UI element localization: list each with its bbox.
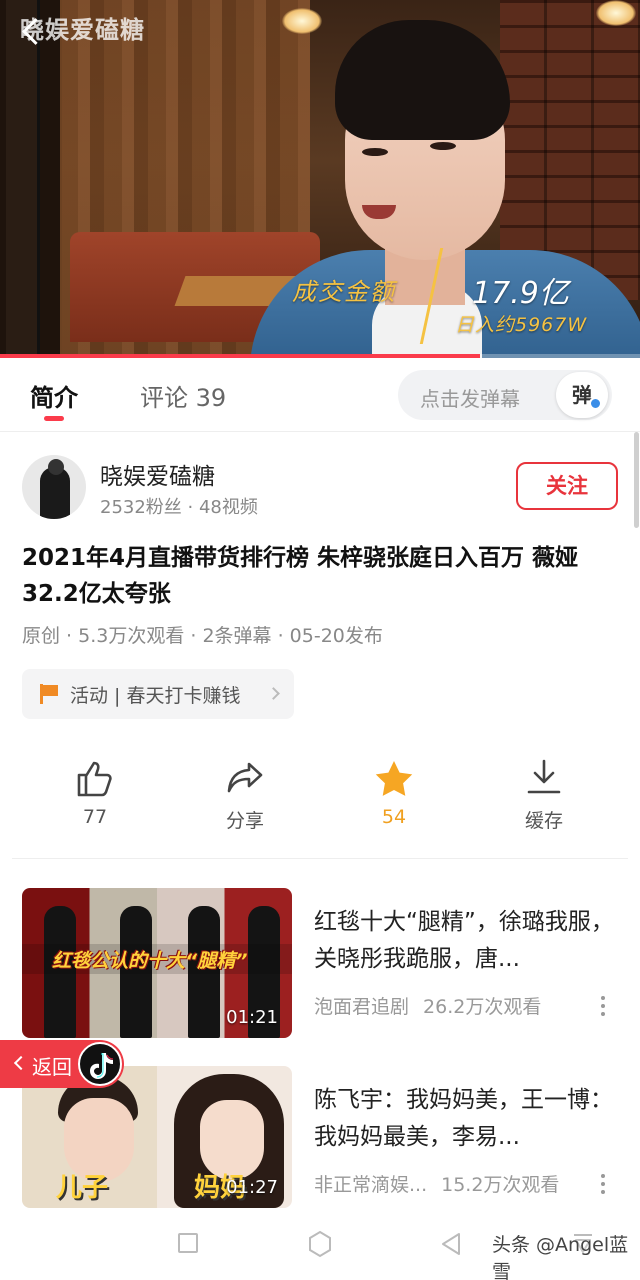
favorite-button[interactable]: 54 [349,758,439,828]
activity-text: 活动 | 春天打卡赚钱 [70,685,241,707]
author-avatar[interactable] [22,455,86,519]
share-button[interactable]: 分享 [200,758,290,833]
video-title: 2021年4月直播带货排行榜 朱梓骁张庭日入百万 薇娅32.2亿太夸张 [22,545,579,607]
tab-bar: 简介 评论 39 点击发弹幕 弹 [0,358,640,432]
author-stats: 2532粉丝 · 48视频 [100,497,258,518]
back-triangle-icon[interactable] [440,1232,462,1260]
danmaku-toggle-button[interactable]: 弹 [556,372,608,418]
recent-apps-icon[interactable] [178,1233,198,1253]
person-eye [430,142,456,150]
danmaku-placeholder: 点击发弹幕 [420,387,520,411]
video-meta: 原创 · 5.3万次观看 · 2条弹幕 · 05-20发布 [22,625,383,647]
flag-icon [40,684,60,704]
source-credit: 头条 @Angel蓝雪 [492,1234,629,1280]
thumbnail-tag: 儿子 [56,1173,109,1203]
check-badge-icon [589,397,602,410]
like-count: 77 [82,806,108,828]
follow-button[interactable]: 关注 [516,462,618,510]
cache-label: 缓存 [524,810,563,832]
tab-active-indicator [44,416,64,421]
return-label: 返回 [32,1055,72,1079]
back-arrow-icon[interactable] [14,14,48,48]
related-video-title[interactable]: 陈飞宇：我妈妈美，王一博：我妈妈最美，李易... [314,1082,618,1156]
overlay-label: 成交金额 [292,278,396,306]
lamp-light [282,8,322,34]
video-duration: 01:27 [226,1177,278,1198]
author-name[interactable]: 晓娱爱磕糖 [100,457,215,491]
lamp-light [596,0,636,26]
system-navigation-bar: 头条 @Angel蓝雪 [0,1210,640,1280]
related-video-views: 15.2万次观看 [441,1174,560,1196]
star-icon [372,758,416,798]
background-pillar [6,0,40,358]
share-arrow-icon [223,758,267,798]
video-player[interactable]: 晓娱爱磕糖 成交金额 17.9亿 日入约5967W [0,0,640,358]
more-vertical-icon[interactable] [600,996,606,1018]
scrollbar[interactable] [634,432,639,528]
related-video-thumbnail[interactable]: 红毯公认的十大“腿精” 01:21 [22,888,292,1038]
favorite-count: 54 [381,806,407,828]
home-icon[interactable] [307,1230,333,1262]
activity-chip[interactable]: 活动 | 春天打卡赚钱 [22,669,294,719]
danmaku-input[interactable]: 点击发弹幕 弹 [398,370,612,420]
tab-comments[interactable]: 评论 39 [140,378,226,413]
thumbs-up-icon [73,758,117,798]
related-video-title[interactable]: 红毯十大“腿精”，徐璐我服，关晓彤我跪服，唐... [314,904,618,978]
person-hair [335,20,510,140]
cache-button[interactable]: 缓存 [499,758,589,833]
more-vertical-icon[interactable] [600,1174,606,1196]
person-eye [362,148,388,156]
related-video-channel: 非正常滴娱... [314,1174,428,1196]
download-icon [522,758,566,798]
like-button[interactable]: 77 [50,758,140,828]
thumbnail-caption: 红毯公认的十大“腿精” [52,950,248,972]
related-video-views: 26.2万次观看 [423,996,542,1018]
video-duration: 01:21 [226,1007,278,1028]
related-video-meta: 非正常滴娱... 15.2万次观看 [314,1170,559,1197]
share-label: 分享 [225,810,264,832]
chevron-left-icon [13,1055,29,1071]
related-video-channel: 泡面君追剧 [314,996,410,1018]
overlay-value: 17.9亿 [472,276,569,311]
tab-intro[interactable]: 简介 [30,378,78,413]
section-divider [12,858,628,859]
related-video-meta: 泡面君追剧 26.2万次观看 [314,992,541,1019]
return-button[interactable]: 返回 [0,1040,124,1088]
tiktok-logo-icon [78,1042,122,1086]
avatar-figure-head [48,459,64,475]
chevron-right-icon [267,687,280,700]
overlay-subtitle: 日入约5967W [455,314,588,336]
